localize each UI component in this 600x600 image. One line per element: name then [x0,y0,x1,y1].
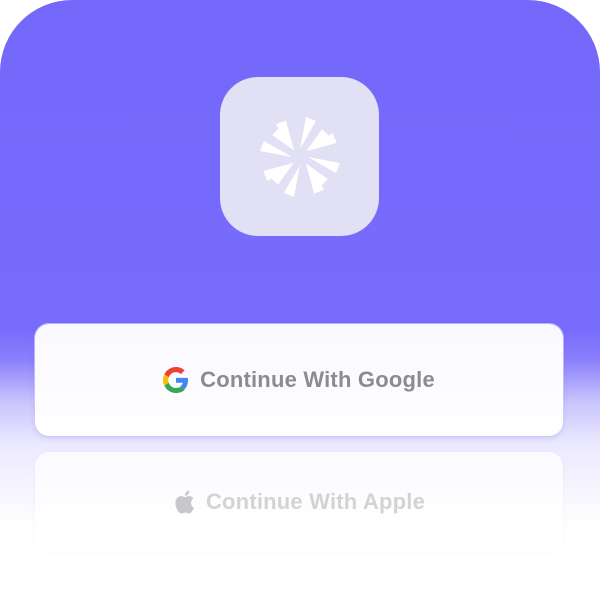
apple-button-label: Continue With Apple [205,489,426,514]
continue-with-google-button[interactable]: Continue With Google [35,324,563,436]
continue-with-apple-button[interactable]: Continue With Apple [35,452,563,552]
app-icon [220,77,379,236]
login-screen: Continue With Google Continue With Apple [0,0,600,600]
apple-logo-icon [173,489,195,515]
pinwheel-logo-icon [259,116,340,197]
phone-screen: Continue With Google Continue With Apple [0,0,600,600]
google-button-label: Continue With Google [200,367,435,392]
google-g-icon [163,367,189,393]
